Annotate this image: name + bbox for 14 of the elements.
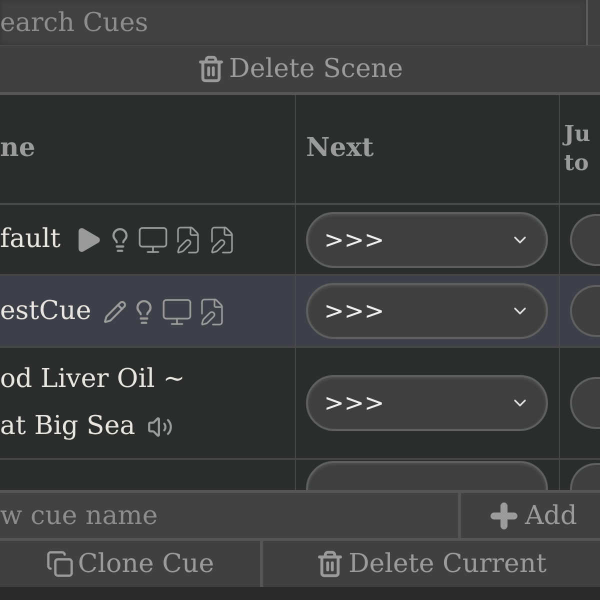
cue-name: at Big Sea bbox=[0, 411, 136, 441]
next-dropdown[interactable]: >>> bbox=[306, 212, 548, 268]
copy-icon bbox=[46, 550, 74, 578]
pencil-icon[interactable] bbox=[103, 300, 128, 324]
cue-name: fault bbox=[0, 224, 61, 254]
cue-name: od Liver Oil ~ bbox=[0, 364, 185, 394]
name-cell[interactable]: estCue bbox=[0, 276, 296, 348]
cue-name: estCue bbox=[0, 296, 92, 326]
next-dropdown[interactable]: >>> bbox=[306, 375, 548, 431]
trash-icon bbox=[197, 55, 226, 83]
name-cell[interactable]: fault bbox=[0, 205, 296, 276]
trash-icon bbox=[316, 550, 344, 578]
next-dropdown[interactable]: >>> bbox=[306, 283, 548, 339]
name-cell[interactable]: od Liver Oil ~ at Big Sea bbox=[0, 348, 296, 460]
